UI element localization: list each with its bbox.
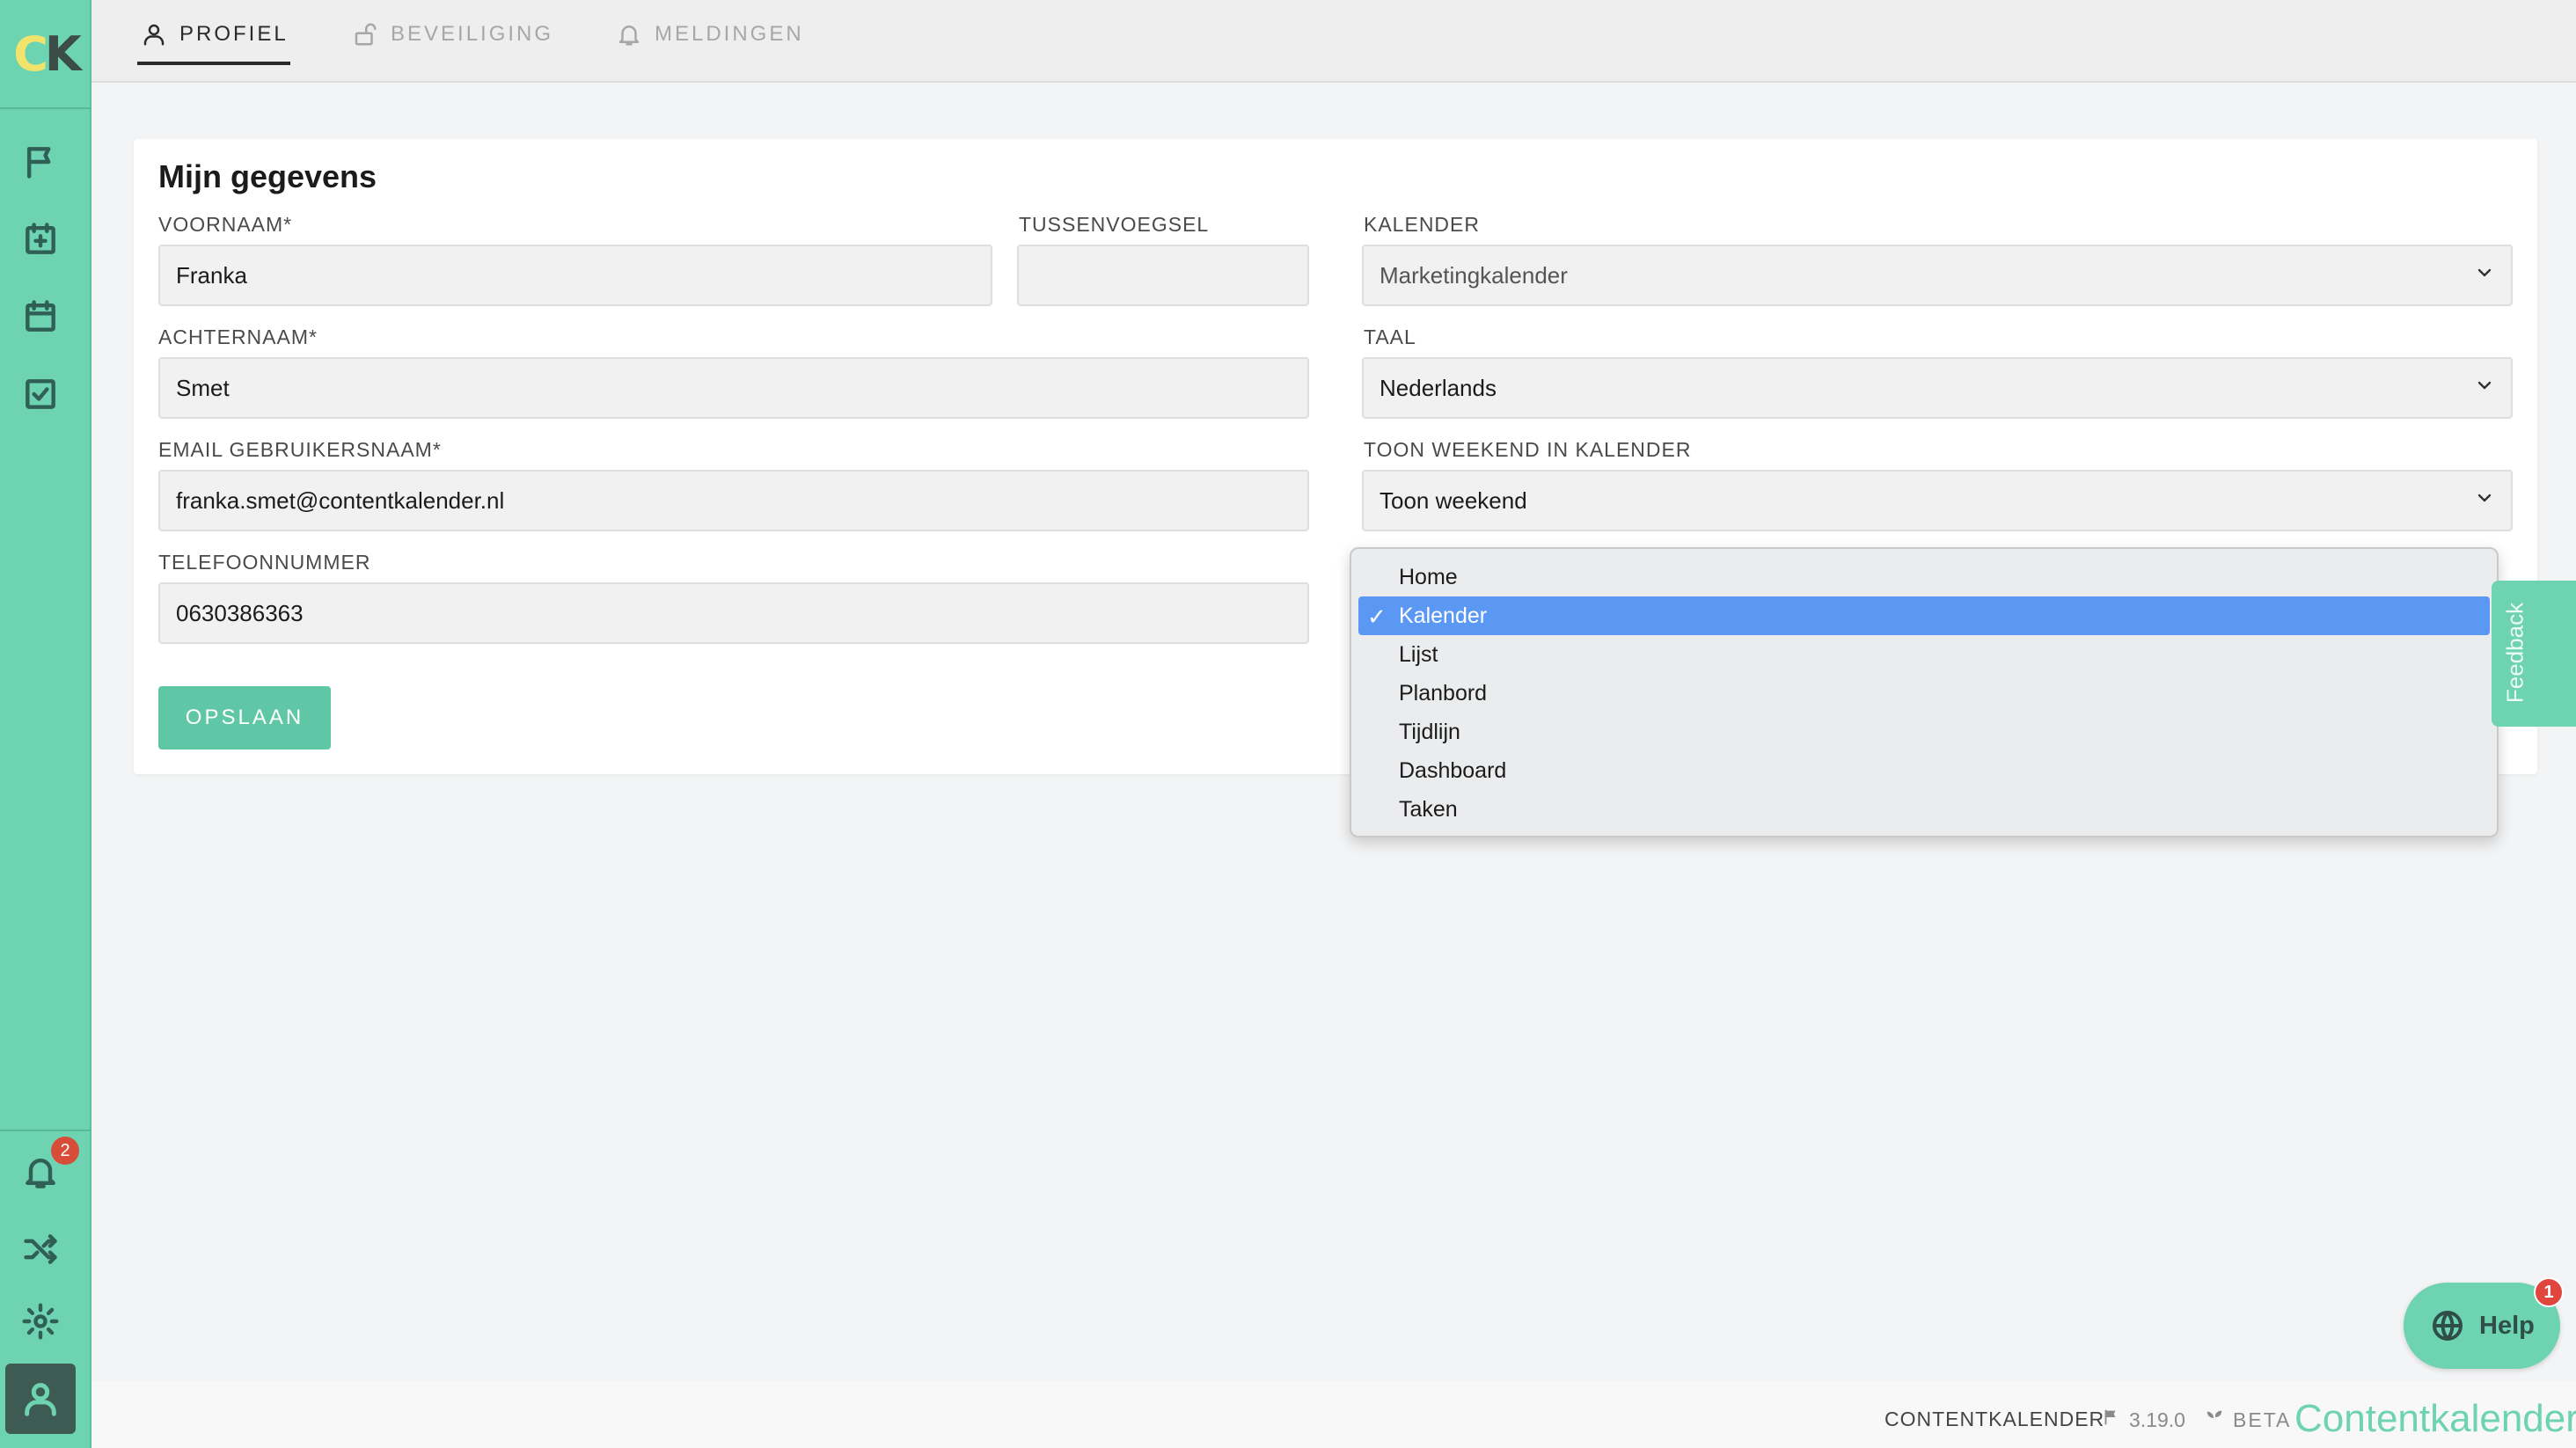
checkbox-icon[interactable] [19, 373, 62, 415]
bell-icon [618, 26, 640, 46]
help-label: Help [2479, 1311, 2535, 1340]
achternaam-field[interactable]: Smet [158, 357, 1309, 419]
voornaam-field[interactable]: Franka [158, 245, 992, 306]
taal-value: Nederlands [1379, 374, 1497, 401]
dropdown-option-taken[interactable]: Taken [1358, 790, 2490, 829]
tab-label: BEVEILIGING [391, 22, 554, 46]
telefoon-label: TELEFOONNUMMER [158, 551, 371, 574]
footer-beta: BETA [2205, 1408, 2291, 1432]
beta-text: BETA [2233, 1408, 2292, 1431]
sidebar: CK 2 [0, 0, 91, 1448]
calendar-plus-icon[interactable] [19, 218, 62, 260]
option-label: Kalender [1399, 603, 1488, 628]
feedback-tab[interactable]: Feedback [2492, 581, 2576, 727]
tab-profiel[interactable]: PROFIEL [141, 0, 289, 69]
taal-select[interactable]: Nederlands [1362, 357, 2513, 419]
kalender-select[interactable]: Marketingkalender [1362, 245, 2513, 306]
gear-icon[interactable] [19, 1300, 62, 1342]
lock-icon [355, 23, 377, 46]
active-tab-indicator [137, 62, 290, 65]
kalender-label: KALENDER [1364, 213, 1480, 236]
chevron-down-icon [2474, 262, 2495, 289]
checkmark-icon: ✓ [1367, 603, 1387, 630]
dropdown-option-kalender[interactable]: ✓ Kalender [1358, 596, 2490, 635]
dropdown-option-lijst[interactable]: Lijst [1358, 635, 2490, 674]
option-label: Home [1399, 564, 1458, 589]
weekend-label: TOON WEEKEND IN KALENDER [1364, 438, 1692, 461]
logo-letter-c: C [13, 26, 48, 82]
tussenvoegsel-label: TUSSENVOEGSEL [1019, 213, 1210, 236]
option-label: Planbord [1399, 680, 1488, 706]
startpage-dropdown-menu: Home ✓ Kalender Lijst Planbord Tijdlijn D… [1350, 547, 2499, 837]
dropdown-option-dashboard[interactable]: Dashboard [1358, 751, 2490, 790]
footer [91, 1381, 2576, 1448]
dropdown-option-tijdlijn[interactable]: Tijdlijn [1358, 713, 2490, 751]
footer-logo[interactable]: Contentkalender [2294, 1397, 2576, 1441]
telefoon-field[interactable]: 0630386363 [158, 582, 1309, 644]
sprout-icon [2205, 1408, 2224, 1432]
calendar-icon[interactable] [19, 296, 62, 338]
tussenvoegsel-field[interactable] [1017, 245, 1309, 306]
kalender-value: Marketingkalender [1379, 261, 1568, 289]
flag-icon[interactable] [19, 141, 62, 183]
option-label: Taken [1399, 796, 1458, 822]
page-title: Mijn gegevens [158, 158, 377, 194]
user-icon [143, 24, 165, 46]
chevron-down-icon [2474, 375, 2495, 402]
tab-label: MELDINGEN [655, 22, 804, 46]
globe-icon [2433, 1311, 2463, 1341]
weekend-select[interactable]: Toon weekend [1362, 470, 2513, 531]
footer-version: 3.19.0 [2101, 1408, 2185, 1432]
user-icon [25, 1383, 56, 1416]
option-label: Tijdlijn [1399, 719, 1460, 744]
tab-label: PROFIEL [179, 22, 289, 46]
option-label: Lijst [1399, 641, 1438, 667]
voornaam-label: VOORNAAM* [158, 213, 293, 236]
dropdown-option-planbord[interactable]: Planbord [1358, 674, 2490, 713]
sidebar-divider [0, 1130, 91, 1131]
app-logo[interactable]: CK [0, 0, 91, 109]
tab-beveiliging[interactable]: BEVEILIGING [352, 0, 553, 69]
dropdown-option-home[interactable]: Home [1358, 558, 2490, 596]
weekend-value: Toon weekend [1379, 486, 1527, 514]
footer-brand: CONTENTKALENDER [1884, 1408, 2105, 1430]
tab-meldingen[interactable]: MELDINGEN [616, 0, 804, 69]
version-text: 3.19.0 [2129, 1408, 2185, 1431]
chevron-down-icon [2474, 487, 2495, 515]
notification-badge: 2 [51, 1137, 79, 1165]
email-label: EMAIL GEBRUIKERSNAAM* [158, 438, 442, 461]
feedback-label: Feedback [2501, 602, 2528, 704]
user-profile-button[interactable] [5, 1364, 76, 1434]
logo-letter-k: K [44, 26, 82, 82]
option-label: Dashboard [1399, 757, 1507, 783]
save-button[interactable]: OPSLAAN [158, 686, 331, 750]
taal-label: TAAL [1364, 325, 1416, 348]
shuffle-icon[interactable] [19, 1228, 62, 1270]
flag-icon [2101, 1408, 2120, 1432]
achternaam-label: ACHTERNAAM* [158, 325, 318, 348]
help-badge: 1 [2534, 1277, 2564, 1307]
email-field[interactable]: franka.smet@contentkalender.nl [158, 470, 1309, 531]
